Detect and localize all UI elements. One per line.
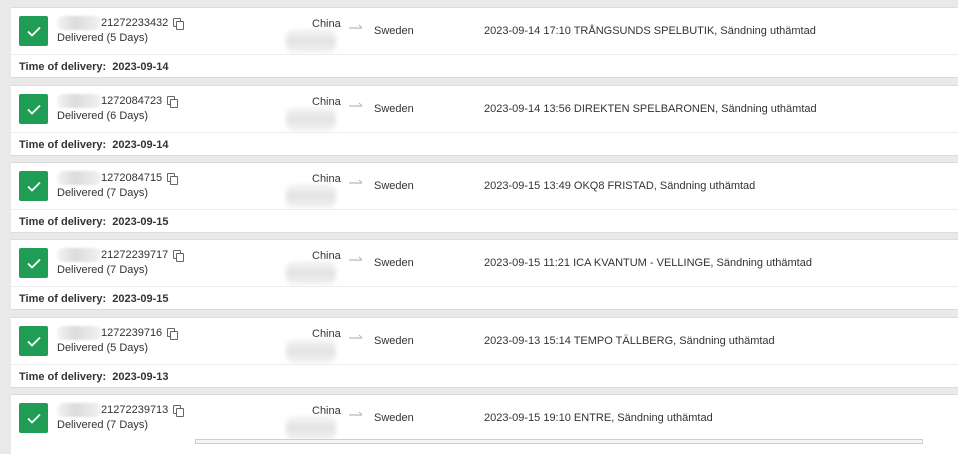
arrow-right-icon: [349, 256, 363, 261]
delivery-status: Delivered (7 Days): [57, 187, 149, 199]
latest-event: 2023-09-15 13:49 OKQ8 FRISTAD, Sändning …: [484, 180, 756, 192]
shipment-card[interactable]: 1272239716 Delivered (5 Days) China Swed…: [11, 317, 958, 388]
destination-country: Sweden: [374, 180, 414, 192]
latest-event: 2023-09-14 17:10 TRÅNGSUNDS SPELBUTIK, S…: [484, 25, 816, 37]
delivery-status: Delivered (7 Days): [57, 264, 149, 276]
tracking-number-text: 1272084715: [101, 172, 163, 184]
delivery-time: Time of delivery: 2023-09-14: [19, 139, 169, 151]
tracking-number-text: 1272084723: [101, 95, 163, 107]
delivery-time: Time of delivery: 2023-09-13: [19, 371, 169, 383]
redacted-blur: [57, 326, 101, 340]
check-icon: [19, 248, 48, 278]
shipment-card[interactable]: 21272239713 Delivered (7 Days) China Swe…: [11, 394, 958, 454]
check-icon: [19, 94, 48, 124]
divider: [11, 132, 958, 133]
check-icon: [19, 171, 48, 201]
divider: [11, 364, 958, 365]
latest-event: 2023-09-13 15:14 TEMPO TÄLLBERG, Sändnin…: [484, 335, 775, 347]
delivery-time: Time of delivery: 2023-09-14: [19, 61, 169, 73]
latest-event: 2023-09-14 13:56 DIREKTEN SPELBARONEN, S…: [484, 103, 817, 115]
tracking-number-text: 21272233432: [101, 17, 169, 29]
delivery-time-value: 2023-09-14: [112, 139, 169, 151]
tracking-number[interactable]: 21272239713: [57, 403, 185, 417]
redacted-blur: [286, 261, 336, 285]
delivery-time: Time of delivery: 2023-09-15: [19, 293, 169, 305]
tracking-number[interactable]: 1272084715: [57, 171, 179, 185]
delivery-time-value: 2023-09-13: [112, 371, 169, 383]
arrow-right-icon: [349, 102, 363, 107]
copy-icon[interactable]: [167, 95, 179, 108]
redacted-blur: [57, 403, 101, 417]
destination-country: Sweden: [374, 335, 414, 347]
latest-event: 2023-09-15 11:21 ICA KVANTUM - VELLINGE,…: [484, 257, 812, 269]
shipment-card[interactable]: 1272084715 Delivered (7 Days) China Swed…: [11, 162, 958, 233]
redacted-blur: [286, 416, 336, 440]
arrow-right-icon: [349, 24, 363, 29]
tracking-number[interactable]: 21272233432: [57, 16, 185, 30]
tracking-number-text: 21272239713: [101, 404, 169, 416]
check-icon: [19, 16, 48, 46]
tracking-number[interactable]: 1272239716: [57, 326, 179, 340]
delivery-time-label: Time of delivery:: [19, 371, 107, 383]
divider: [11, 209, 958, 210]
check-icon: [19, 403, 48, 433]
delivery-time-value: 2023-09-15: [112, 216, 169, 228]
delivery-time-label: Time of delivery:: [19, 293, 107, 305]
delivery-time: Time of delivery: 2023-09-15: [19, 216, 169, 228]
divider: [11, 286, 958, 287]
destination-country: Sweden: [374, 412, 414, 424]
check-icon: [19, 326, 48, 356]
destination-country: Sweden: [374, 103, 414, 115]
copy-icon[interactable]: [167, 327, 179, 340]
redacted-blur: [57, 94, 101, 108]
redacted-blur: [286, 184, 336, 208]
tracking-number[interactable]: 1272084723: [57, 94, 179, 108]
redacted-blur: [57, 16, 101, 30]
shipment-card[interactable]: 21272233432 Delivered (5 Days) China Swe…: [11, 7, 958, 78]
redacted-blur: [286, 107, 336, 131]
delivery-status: Delivered (5 Days): [57, 342, 149, 354]
redacted-blur: [57, 248, 101, 262]
divider: [11, 54, 958, 55]
destination-country: Sweden: [374, 257, 414, 269]
arrow-right-icon: [349, 411, 363, 416]
arrow-right-icon: [349, 334, 363, 339]
copy-icon[interactable]: [167, 172, 179, 185]
redacted-blur: [286, 29, 336, 53]
arrow-right-icon: [349, 179, 363, 184]
delivery-time-label: Time of delivery:: [19, 216, 107, 228]
copy-icon[interactable]: [173, 249, 185, 262]
tracking-number-text: 21272239717: [101, 249, 169, 261]
shipment-card[interactable]: 21272239717 Delivered (7 Days) China Swe…: [11, 239, 958, 310]
delivery-time-value: 2023-09-14: [112, 61, 169, 73]
delivery-status: Delivered (6 Days): [57, 110, 149, 122]
horizontal-scrollbar[interactable]: [195, 439, 923, 444]
delivery-status: Delivered (7 Days): [57, 419, 149, 431]
shipment-card[interactable]: 1272084723 Delivered (6 Days) China Swed…: [11, 85, 958, 156]
delivery-status: Delivered (5 Days): [57, 32, 149, 44]
tracking-number-text: 1272239716: [101, 327, 163, 339]
redacted-blur: [57, 171, 101, 185]
delivery-time-label: Time of delivery:: [19, 61, 107, 73]
copy-icon[interactable]: [173, 404, 185, 417]
latest-event: 2023-09-15 19:10 ENTRE, Sändning uthämta…: [484, 412, 713, 424]
delivery-time-label: Time of delivery:: [19, 139, 107, 151]
tracking-number[interactable]: 21272239717: [57, 248, 185, 262]
copy-icon[interactable]: [173, 17, 185, 30]
destination-country: Sweden: [374, 25, 414, 37]
redacted-blur: [286, 339, 336, 363]
delivery-time-value: 2023-09-15: [112, 293, 169, 305]
